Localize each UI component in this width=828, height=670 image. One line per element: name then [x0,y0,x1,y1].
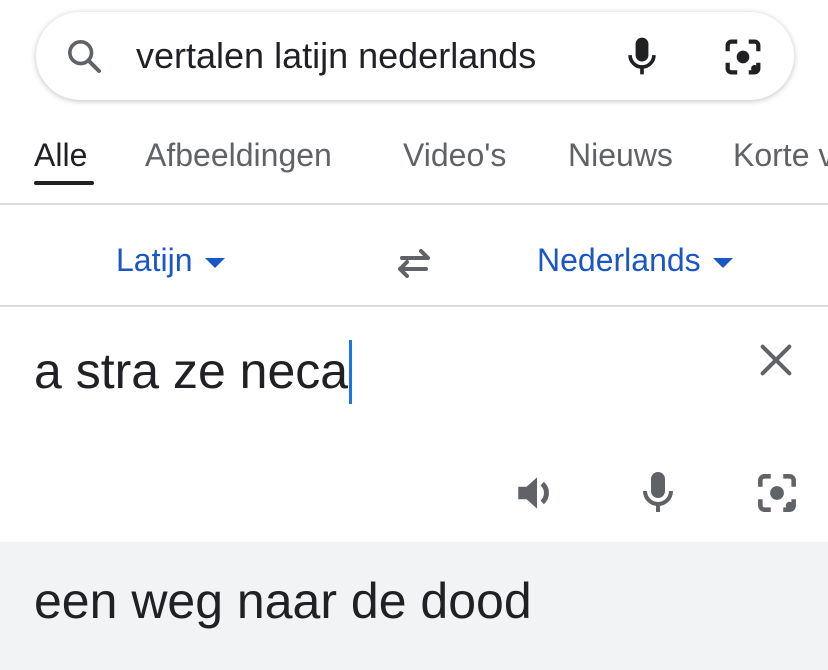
tab-nieuws[interactable]: Nieuws [568,135,673,175]
mic-icon[interactable] [620,34,664,78]
search-bar[interactable]: vertalen latijn nederlands [36,12,794,100]
source-language-dropdown[interactable]: Latijn [116,240,225,280]
target-language-dropdown[interactable]: Nederlands [537,240,733,280]
source-language-label: Latijn [116,242,193,278]
translated-text: een weg naar de dood [34,573,532,629]
translation-result-panel: een weg naar de dood [0,542,828,670]
tab-alle[interactable]: Alle [34,135,87,175]
tab-afbeeldingen[interactable]: Afbeeldingen [145,135,332,175]
caret-down-icon [712,257,733,268]
lens-icon[interactable] [752,468,802,518]
language-divider [0,305,828,307]
text-cursor [349,340,353,404]
search-tabs: Alle Afbeeldingen Video's Nieuws Korte v [0,125,828,190]
source-text-input[interactable]: a stra ze neca [34,340,353,404]
speaker-icon[interactable] [512,468,562,518]
lens-icon[interactable] [720,34,766,80]
search-icon[interactable] [64,36,104,76]
clear-icon[interactable] [756,340,796,380]
tab-korte-videos[interactable]: Korte v [733,135,828,175]
target-language-label: Nederlands [537,242,701,278]
language-selector-row: Latijn Nederlands [0,205,828,305]
mic-icon[interactable] [634,466,682,518]
caret-down-icon [204,257,225,268]
search-input[interactable]: vertalen latijn nederlands [136,34,536,78]
active-tab-indicator [34,181,94,185]
source-text: a stra ze neca [34,343,349,399]
tab-videos[interactable]: Video's [403,135,506,175]
swap-icon[interactable] [390,239,438,287]
